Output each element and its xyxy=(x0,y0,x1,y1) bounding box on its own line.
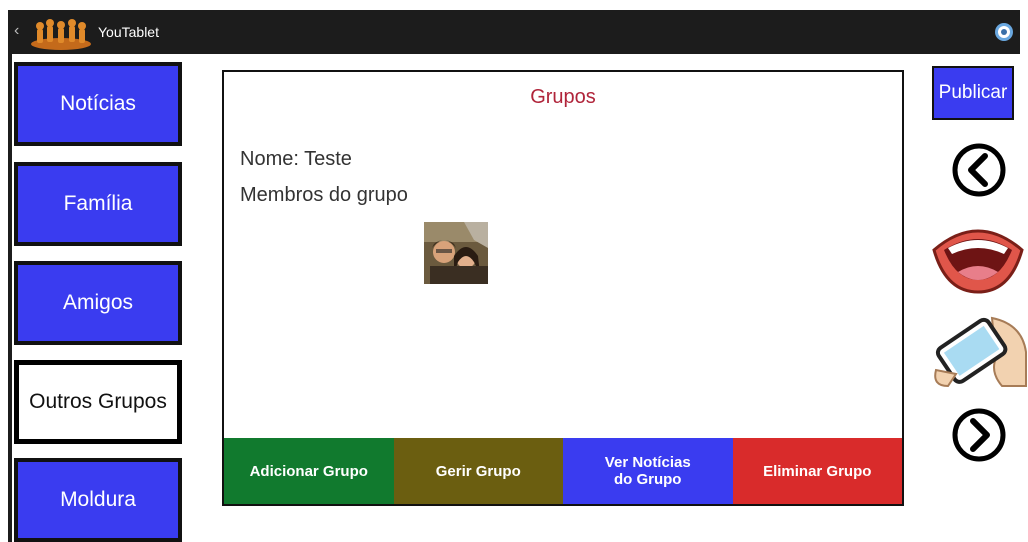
publish-button[interactable]: Publicar xyxy=(932,66,1014,120)
nav-amigos-button[interactable]: Amigos xyxy=(14,261,182,345)
manage-group-button[interactable]: Gerir Grupo xyxy=(393,438,563,504)
nav-noticias-button[interactable]: Notícias xyxy=(14,62,182,146)
view-group-news-button[interactable]: Ver Notícias do Grupo xyxy=(563,438,733,504)
back-chevron-icon[interactable]: ‹ xyxy=(14,22,19,40)
nav-amigos-label: Amigos xyxy=(62,291,134,314)
member-photo[interactable] xyxy=(424,222,488,284)
speak-mouth-icon[interactable] xyxy=(930,220,1026,296)
delete-group-button[interactable]: Eliminar Grupo xyxy=(732,438,902,504)
left-edge-bar xyxy=(8,54,12,542)
app-top-bar: ‹ YouTablet xyxy=(8,10,1020,54)
nav-outros-grupos-label: Outros Grupos xyxy=(29,390,167,413)
gear-icon[interactable] xyxy=(992,20,1016,44)
panel-title: Grupos xyxy=(530,86,596,108)
add-group-button[interactable]: Adicionar Grupo xyxy=(224,438,394,504)
app-logo xyxy=(31,19,91,50)
nav-noticias-label: Notícias xyxy=(60,92,136,115)
back-icon[interactable] xyxy=(942,140,1016,200)
publish-label: Publicar xyxy=(938,82,1008,103)
action-bar: Adicionar Grupo Gerir Grupo Ver Notícias… xyxy=(224,438,902,504)
nav-familia-label: Família xyxy=(63,192,133,215)
nav-moldura-button[interactable]: Moldura xyxy=(14,458,182,542)
members-heading: Membros do grupo xyxy=(240,184,408,206)
nav-moldura-label: Moldura xyxy=(60,488,136,511)
groups-panel: Grupos Nome: Teste Membros do grupo Adic… xyxy=(222,70,904,506)
forward-icon[interactable] xyxy=(942,405,1016,465)
nav-familia-button[interactable]: Família xyxy=(14,162,182,246)
group-name: Nome: Teste xyxy=(240,148,352,170)
nav-outros-grupos-button[interactable]: Outros Grupos xyxy=(14,360,182,444)
app-title: YouTablet xyxy=(98,24,159,40)
tablet-tilt-icon[interactable] xyxy=(930,312,1028,388)
